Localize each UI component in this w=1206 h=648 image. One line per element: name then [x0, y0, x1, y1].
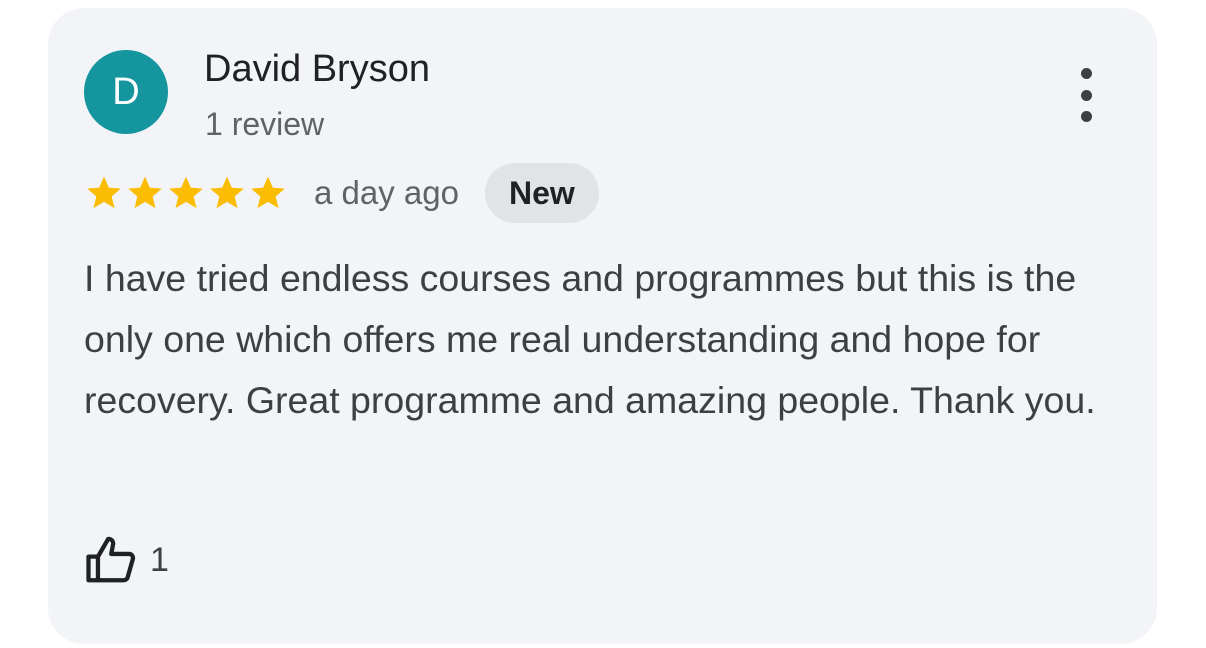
- review-text: I have tried endless courses and program…: [84, 257, 1096, 421]
- more-vertical-icon: [1080, 68, 1092, 79]
- review-date: a day ago: [314, 174, 459, 211]
- rating-row: a day ago New: [84, 162, 599, 224]
- star-icon: [169, 176, 203, 209]
- more-options-button[interactable]: [1060, 60, 1112, 130]
- star-icon: [210, 176, 244, 209]
- star-icon: [87, 176, 121, 209]
- avatar[interactable]: D: [84, 50, 168, 134]
- like-button[interactable]: 1: [84, 530, 169, 590]
- new-badge: New: [484, 163, 599, 223]
- star-rating: [84, 173, 288, 213]
- star-icon: [128, 176, 162, 209]
- reviewer-review-count: 1 review: [205, 106, 325, 142]
- thumbs-up-icon: [86, 536, 136, 583]
- like-count: 1: [150, 540, 169, 579]
- star-icon: [251, 176, 285, 209]
- reviewer-name[interactable]: David Bryson: [204, 46, 430, 92]
- review-card: D David Bryson 1 review a day ago New I …: [48, 8, 1157, 644]
